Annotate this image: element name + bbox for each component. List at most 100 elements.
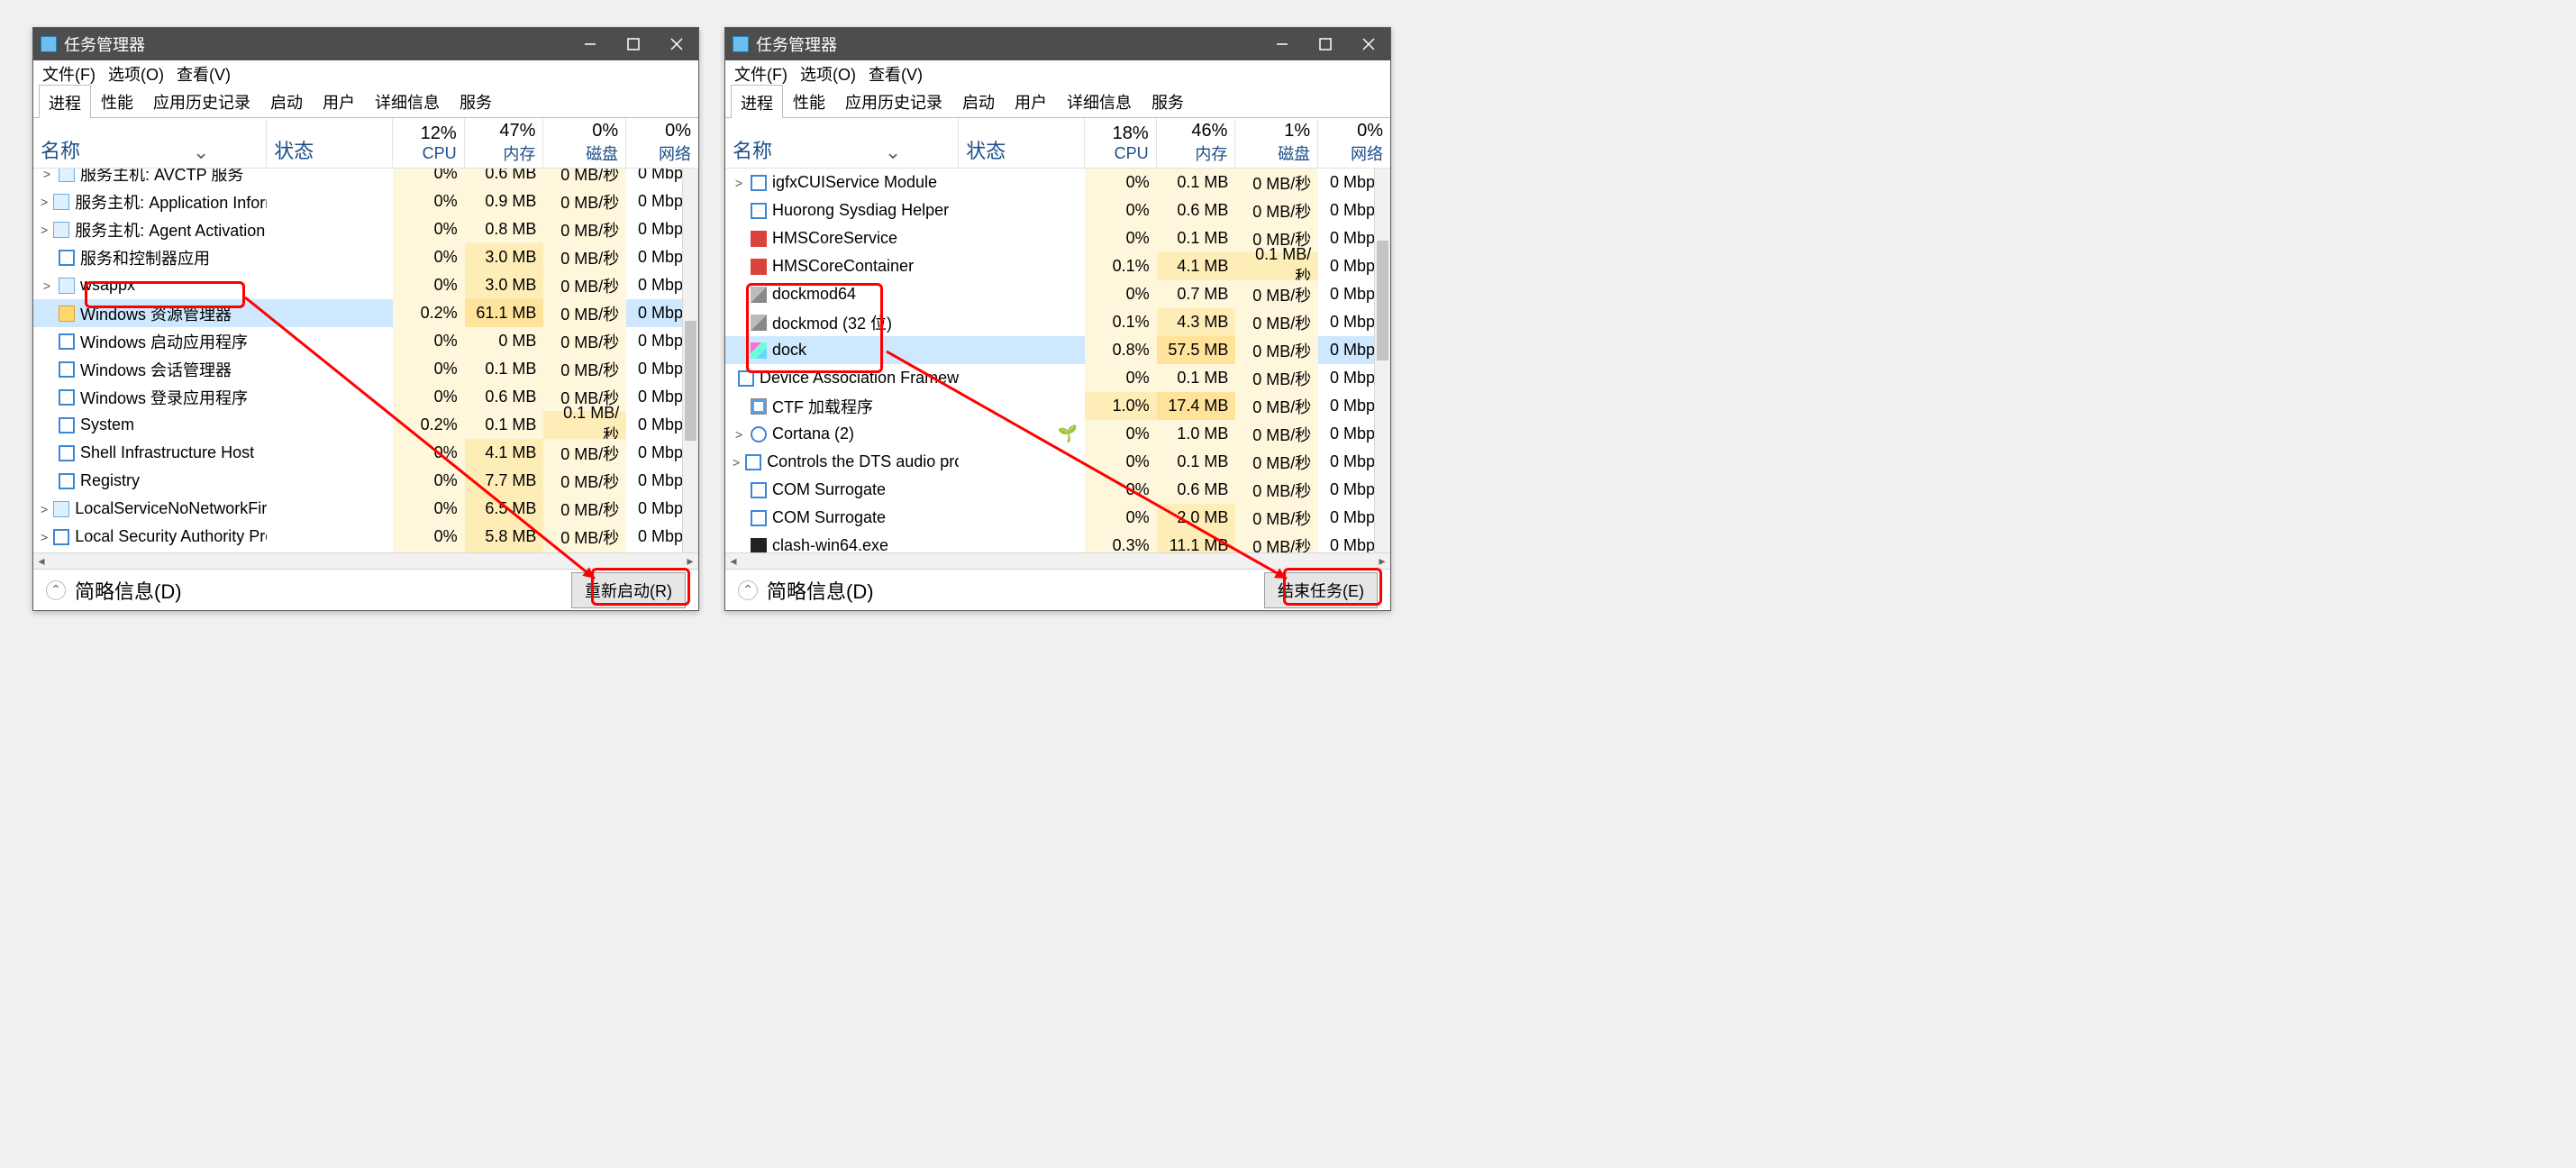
- process-row[interactable]: >igfxCUIService Module0%0.1 MB0 MB/秒0 Mb…: [725, 169, 1390, 196]
- tab-3[interactable]: 启动: [952, 84, 1005, 117]
- process-row[interactable]: COM Surrogate0%0.6 MB0 MB/秒0 Mbps: [725, 476, 1390, 504]
- col-disk[interactable]: 1%磁盘: [1235, 118, 1318, 168]
- process-list[interactable]: >服务主机: AVCTP 服务0%0.6 MB0 MB/秒0 Mbps>服务主机…: [33, 169, 698, 569]
- expand-toggle-icon[interactable]: >: [733, 455, 740, 470]
- col-memory[interactable]: 46%内存: [1157, 118, 1236, 168]
- scrollbar-thumb[interactable]: [685, 321, 696, 441]
- tab-6[interactable]: 服务: [450, 84, 502, 117]
- process-list[interactable]: >igfxCUIService Module0%0.1 MB0 MB/秒0 Mb…: [725, 169, 1390, 569]
- process-row[interactable]: >wsappx0%3.0 MB0 MB/秒0 Mbps: [33, 271, 698, 299]
- scrollbar-thumb[interactable]: [1377, 241, 1388, 360]
- process-name: Huorong Sysdiag Helper: [772, 201, 949, 220]
- collapse-chevron-icon[interactable]: ⌃: [738, 580, 758, 600]
- vertical-scrollbar[interactable]: [1374, 169, 1390, 569]
- tab-1[interactable]: 性能: [91, 84, 143, 117]
- tab-0[interactable]: 进程: [39, 85, 91, 118]
- process-row[interactable]: dock0.8%57.5 MB0 MB/秒0 Mbps: [725, 336, 1390, 364]
- tab-2[interactable]: 应用历史记录: [835, 84, 952, 117]
- expand-toggle-icon[interactable]: >: [41, 195, 48, 209]
- tab-4[interactable]: 用户: [1005, 84, 1057, 117]
- process-row[interactable]: CTF 加载程序1.0%17.4 MB0 MB/秒0 Mbps: [725, 392, 1390, 420]
- process-name: Cortana (2): [772, 424, 854, 443]
- process-row[interactable]: >Cortana (2)🌱0%1.0 MB0 MB/秒0 Mbps: [725, 420, 1390, 448]
- minimize-button[interactable]: [569, 28, 612, 60]
- process-status: [959, 364, 1085, 392]
- process-row[interactable]: >Local Security Authority Proc...0%5.8 M…: [33, 523, 698, 551]
- horizontal-scrollbar[interactable]: ◂▸: [33, 552, 698, 569]
- tab-6[interactable]: 服务: [1142, 84, 1194, 117]
- col-memory[interactable]: 47%内存: [465, 118, 544, 168]
- process-row[interactable]: Device Association Framewor...0%0.1 MB0 …: [725, 364, 1390, 392]
- col-cpu[interactable]: 12%CPU: [393, 118, 465, 168]
- process-row[interactable]: COM Surrogate0%2.0 MB0 MB/秒0 Mbps: [725, 504, 1390, 532]
- tab-1[interactable]: 性能: [783, 84, 835, 117]
- process-row[interactable]: 服务和控制器应用0%3.0 MB0 MB/秒0 Mbps: [33, 243, 698, 271]
- process-row[interactable]: HMSCoreContainer0.1%4.1 MB0.1 MB/秒0 Mbps: [725, 252, 1390, 280]
- col-status[interactable]: 状态: [267, 118, 393, 168]
- tab-5[interactable]: 详细信息: [1057, 84, 1142, 117]
- titlebar[interactable]: 任务管理器: [33, 28, 698, 60]
- expand-toggle-icon[interactable]: >: [41, 169, 53, 181]
- scroll-left-icon[interactable]: ◂: [725, 553, 742, 569]
- end-task-button[interactable]: 结束任务(E): [1264, 572, 1378, 608]
- process-row[interactable]: Registry0%7.7 MB0 MB/秒0 Mbps: [33, 467, 698, 495]
- menu-item[interactable]: 选项(O): [800, 62, 856, 86]
- expand-toggle-icon[interactable]: >: [733, 427, 745, 442]
- tab-0[interactable]: 进程: [731, 85, 783, 118]
- scroll-right-icon[interactable]: ▸: [682, 553, 698, 569]
- cell-mem: 61.1 MB: [465, 299, 544, 327]
- process-row[interactable]: >服务主机: Agent Activation R...0%0.8 MB0 MB…: [33, 215, 698, 243]
- process-name: HMSCoreContainer: [772, 257, 914, 276]
- horizontal-scrollbar[interactable]: ◂▸: [725, 552, 1390, 569]
- menu-item[interactable]: 选项(O): [108, 62, 164, 86]
- col-name[interactable]: 名称⌄: [33, 118, 267, 168]
- process-row[interactable]: Windows 资源管理器0.2%61.1 MB0 MB/秒0 Mbps: [33, 299, 698, 327]
- scroll-left-icon[interactable]: ◂: [33, 553, 50, 569]
- col-disk[interactable]: 0%磁盘: [543, 118, 626, 168]
- menu-item[interactable]: 文件(F): [42, 62, 96, 86]
- process-row[interactable]: dockmod (32 位)0.1%4.3 MB0 MB/秒0 Mbps: [725, 308, 1390, 336]
- minimize-button[interactable]: [1261, 28, 1304, 60]
- process-row[interactable]: >LocalServiceNoNetworkFirew...0%6.5 MB0 …: [33, 495, 698, 523]
- tab-5[interactable]: 详细信息: [365, 84, 450, 117]
- col-name[interactable]: 名称⌄: [725, 118, 959, 168]
- expand-toggle-icon[interactable]: >: [41, 530, 48, 544]
- process-row[interactable]: Windows 会话管理器0%0.1 MB0 MB/秒0 Mbps: [33, 355, 698, 383]
- col-network[interactable]: 0%网络: [1318, 118, 1390, 168]
- menu-item[interactable]: 文件(F): [734, 62, 787, 86]
- process-row[interactable]: >Controls the DTS audio proce...0%0.1 MB…: [725, 448, 1390, 476]
- restart-button[interactable]: 重新启动(R): [571, 572, 686, 608]
- expand-toggle-icon[interactable]: >: [41, 502, 48, 516]
- expand-toggle-icon[interactable]: >: [41, 223, 48, 237]
- col-cpu[interactable]: 18%CPU: [1085, 118, 1157, 168]
- process-row[interactable]: Huorong Sysdiag Helper0%0.6 MB0 MB/秒0 Mb…: [725, 196, 1390, 224]
- fewer-details-link[interactable]: 简略信息(D): [75, 576, 182, 605]
- process-row[interactable]: >服务主机: Application Informa...0%0.9 MB0 M…: [33, 187, 698, 215]
- process-name: Registry: [80, 471, 140, 490]
- close-button[interactable]: [1347, 28, 1390, 60]
- scroll-right-icon[interactable]: ▸: [1374, 553, 1390, 569]
- expand-toggle-icon[interactable]: >: [41, 278, 53, 293]
- process-row[interactable]: Shell Infrastructure Host0%4.1 MB0 MB/秒0…: [33, 439, 698, 467]
- process-row[interactable]: >服务主机: AVCTP 服务0%0.6 MB0 MB/秒0 Mbps: [33, 169, 698, 187]
- process-row[interactable]: System0.2%0.1 MB0.1 MB/秒0 Mbps: [33, 411, 698, 439]
- fewer-details-link[interactable]: 简略信息(D): [767, 576, 874, 605]
- titlebar[interactable]: 任务管理器: [725, 28, 1390, 60]
- menu-item[interactable]: 查看(V): [177, 62, 231, 86]
- expand-toggle-icon[interactable]: >: [733, 176, 745, 190]
- col-status[interactable]: 状态: [959, 118, 1085, 168]
- process-status: [959, 224, 1085, 252]
- process-row[interactable]: Windows 启动应用程序0%0 MB0 MB/秒0 Mbps: [33, 327, 698, 355]
- col-network[interactable]: 0%网络: [626, 118, 698, 168]
- maximize-button[interactable]: [1304, 28, 1347, 60]
- app-icon: [733, 36, 749, 52]
- tab-2[interactable]: 应用历史记录: [143, 84, 260, 117]
- vertical-scrollbar[interactable]: [682, 169, 698, 569]
- tab-3[interactable]: 启动: [260, 84, 313, 117]
- menu-item[interactable]: 查看(V): [869, 62, 923, 86]
- close-button[interactable]: [655, 28, 698, 60]
- process-row[interactable]: dockmod640%0.7 MB0 MB/秒0 Mbps: [725, 280, 1390, 308]
- maximize-button[interactable]: [612, 28, 655, 60]
- collapse-chevron-icon[interactable]: ⌃: [46, 580, 66, 600]
- tab-4[interactable]: 用户: [313, 84, 365, 117]
